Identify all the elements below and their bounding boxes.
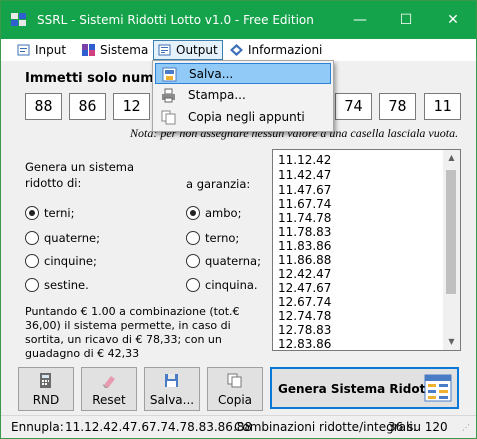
save-icon	[162, 67, 177, 82]
list-item[interactable]: 11.42.47	[278, 168, 331, 183]
radio-quaterna[interactable]	[186, 254, 200, 268]
system-label-line-1: Genera un sistema	[25, 160, 135, 174]
guarantee-label: a garanzia:	[186, 177, 251, 191]
number-field-10[interactable]: 11	[424, 93, 461, 120]
scroll-thumb[interactable]	[446, 170, 456, 294]
list-scrollbar[interactable]: ▲ ▼	[443, 150, 460, 350]
app-window: SSRL - Sistemi Ridotti Lotto v1.0 - Free…	[0, 0, 477, 439]
menu-input[interactable]: Input	[13, 41, 70, 59]
radio-terni-label[interactable]: terni;	[44, 206, 74, 220]
sistema-icon	[82, 44, 95, 56]
list-item[interactable]: 12.67.74	[278, 295, 331, 310]
save-button[interactable]: Salva...	[144, 367, 200, 411]
title-bar: SSRL - Sistemi Ridotti Lotto v1.0 - Free…	[1, 1, 476, 39]
combinations-count-value: 36 su 120	[388, 420, 448, 434]
menu-output-label: Output	[176, 43, 218, 57]
radio-cinquine-label[interactable]: cinquine;	[44, 254, 97, 268]
menu-item-copia-appunti[interactable]: Copia negli appunti	[155, 107, 331, 128]
maximize-button[interactable]: ☐	[383, 1, 429, 39]
menu-item-stampa-label: Stampa...	[188, 88, 246, 102]
list-item[interactable]: 12.42.47	[278, 267, 331, 282]
status-bar: Ennupla: 11.12.42.47.67.74.78.83.86.88 C…	[1, 415, 476, 438]
radio-quaterne-label[interactable]: quaterne;	[44, 231, 100, 245]
menu-sistema[interactable]: Sistema	[78, 41, 152, 59]
rnd-button[interactable]: RND	[18, 367, 74, 411]
list-item[interactable]: 12.74.78	[278, 309, 331, 324]
combinations-list[interactable]: 11.12.42 11.42.47 11.47.67 11.67.74 11.7…	[272, 149, 461, 351]
app-logo-icon	[11, 13, 27, 27]
reset-button[interactable]: Reset	[81, 367, 137, 411]
menu-bar: Input Sistema Output Informazioni	[1, 39, 476, 61]
radio-sestine[interactable]	[25, 278, 39, 292]
reset-button-label: Reset	[92, 393, 126, 407]
list-item[interactable]: 12.78.83	[278, 323, 331, 338]
menu-sistema-label: Sistema	[100, 43, 149, 57]
rnd-button-label: RND	[32, 393, 60, 407]
generate-system-button[interactable]: Genera Sistema Ridotto	[270, 367, 459, 409]
list-item[interactable]: 12.47.67	[278, 281, 331, 296]
ennupla-label: Ennupla:	[11, 420, 64, 434]
window-title: SSRL - Sistemi Ridotti Lotto v1.0 - Free…	[37, 13, 314, 27]
radio-sestine-label[interactable]: sestine.	[44, 278, 89, 292]
radio-quaterna-label[interactable]: quaterna;	[205, 254, 261, 268]
list-item[interactable]: 11.78.83	[278, 225, 331, 240]
info-icon	[230, 44, 243, 56]
list-item[interactable]: 11.12.42	[278, 153, 331, 168]
list-item[interactable]: 11.47.67	[278, 183, 331, 198]
menu-input-label: Input	[35, 43, 67, 57]
radio-cinquine[interactable]	[25, 254, 39, 268]
radio-cinquina-label[interactable]: cinquina.	[205, 278, 258, 292]
radio-terno-label[interactable]: terno;	[205, 231, 239, 245]
calculator-icon	[40, 373, 51, 388]
printer-icon	[162, 88, 175, 103]
minimize-button[interactable]: —	[337, 1, 383, 39]
menu-informazioni[interactable]: Informazioni	[226, 41, 326, 59]
radio-ambo-label[interactable]: ambo;	[205, 206, 241, 220]
menu-item-stampa[interactable]: Stampa...	[155, 85, 331, 106]
list-item[interactable]: 11.74.78	[278, 211, 331, 226]
scroll-down-arrow-icon[interactable]: ▼	[443, 337, 460, 346]
output-dropdown-menu: Salva... Stampa... Copia negli appunti	[152, 60, 334, 132]
floppy-disk-icon	[165, 374, 178, 387]
radio-terno[interactable]	[186, 231, 200, 245]
list-item[interactable]: 11.83.86	[278, 239, 331, 254]
grid-table-icon	[424, 374, 452, 402]
number-field-9[interactable]: 78	[379, 93, 416, 120]
menu-output[interactable]: Output	[153, 40, 223, 60]
list-item[interactable]: 12.83.86	[278, 337, 331, 350]
copy-icon	[227, 373, 242, 388]
radio-terni[interactable]	[25, 206, 39, 220]
list-item[interactable]: 11.67.74	[278, 197, 331, 212]
menu-item-copia-appunti-label: Copia negli appunti	[188, 110, 305, 124]
list-item[interactable]: 11.86.88	[278, 253, 331, 268]
resize-grip-icon[interactable]: ⋰	[462, 424, 470, 432]
input-icon	[17, 44, 30, 56]
menu-item-salva-label: Salva...	[189, 67, 234, 81]
scroll-up-arrow-icon[interactable]: ▲	[443, 153, 460, 162]
radio-ambo[interactable]	[186, 206, 200, 220]
generate-button-label: Genera Sistema Ridotto	[278, 382, 440, 396]
number-field-8[interactable]: 74	[335, 93, 372, 120]
copy-button[interactable]: Copia	[207, 367, 263, 411]
output-icon	[158, 44, 171, 56]
menu-item-salva[interactable]: Salva...	[155, 63, 331, 84]
eraser-icon	[102, 376, 115, 388]
copy-button-label: Copia	[217, 393, 253, 407]
ennupla-value: 11.12.42.47.67.74.78.83.86.88	[65, 420, 253, 434]
radio-quaterne[interactable]	[25, 231, 39, 245]
result-info-text: Puntando € 1.00 a combinazione (tot.€ 36…	[25, 305, 240, 360]
clipboard-icon	[161, 110, 176, 125]
save-button-label: Salva...	[149, 393, 195, 407]
radio-cinquina[interactable]	[186, 278, 200, 292]
number-field-2[interactable]: 86	[69, 93, 106, 120]
menu-informazioni-label: Informazioni	[248, 43, 323, 57]
system-label-line-2: ridotto di:	[25, 176, 82, 190]
number-field-1[interactable]: 88	[25, 93, 62, 120]
number-field-3[interactable]: 12	[113, 93, 150, 120]
close-button[interactable]: ✕	[430, 1, 476, 39]
